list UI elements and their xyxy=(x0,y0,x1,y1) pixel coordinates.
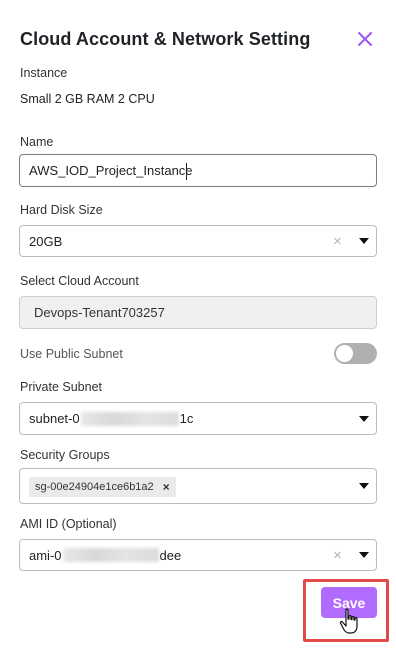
name-input[interactable]: AWS_IOD_Project_Instance xyxy=(19,154,377,187)
cloud-account-value: Devops-Tenant703257 xyxy=(34,305,165,320)
private-subnet-suffix: 1c xyxy=(179,411,194,426)
ami-id-select[interactable]: ami-0 dee × xyxy=(19,539,377,571)
disk-size-label: Hard Disk Size xyxy=(20,203,103,217)
dialog-title: Cloud Account & Network Setting xyxy=(20,29,311,49)
private-subnet-value: subnet-0 1c xyxy=(29,403,193,434)
ami-id-suffix: dee xyxy=(159,547,182,563)
instance-label: Instance xyxy=(20,66,68,80)
toggle-knob xyxy=(336,345,353,362)
text-cursor xyxy=(186,163,187,180)
disk-size-value: 20GB xyxy=(29,233,63,249)
private-subnet-prefix: subnet-0 xyxy=(29,411,80,426)
cloud-network-settings-dialog: Cloud Account & Network Setting Instance… xyxy=(0,0,396,670)
chevron-down-icon[interactable] xyxy=(359,469,369,503)
private-subnet-select[interactable]: subnet-0 1c xyxy=(19,402,377,435)
redacted-block xyxy=(62,548,159,562)
hand-cursor-icon xyxy=(339,608,361,635)
chip-label: sg-00e24904e1ce6b1a2 xyxy=(35,481,154,493)
cloud-account-label: Select Cloud Account xyxy=(20,274,139,288)
clear-icon[interactable]: × xyxy=(333,540,342,570)
ami-id-label: AMI ID (Optional) xyxy=(20,517,117,531)
ami-id-prefix: ami-0 xyxy=(29,547,62,563)
security-groups-select[interactable]: sg-00e24904e1ce6b1a2 × xyxy=(19,468,377,504)
cloud-account-field: Devops-Tenant703257 xyxy=(19,296,377,329)
chevron-down-icon[interactable] xyxy=(359,403,369,434)
disk-size-select[interactable]: 20GB × xyxy=(19,225,377,257)
chip-remove-icon[interactable]: × xyxy=(163,480,170,494)
close-icon[interactable] xyxy=(352,26,378,52)
public-subnet-label: Use Public Subnet xyxy=(20,347,123,361)
clear-icon[interactable]: × xyxy=(333,226,342,256)
chevron-down-icon[interactable] xyxy=(359,540,369,570)
name-label: Name xyxy=(20,135,54,149)
chevron-down-icon[interactable] xyxy=(359,226,369,256)
security-group-chip: sg-00e24904e1ce6b1a2 × xyxy=(29,477,176,497)
public-subnet-toggle[interactable] xyxy=(334,343,377,364)
ami-id-value: ami-0 dee xyxy=(29,540,181,570)
private-subnet-label: Private Subnet xyxy=(20,380,102,394)
security-groups-label: Security Groups xyxy=(20,448,110,462)
instance-value: Small 2 GB RAM 2 CPU xyxy=(20,92,155,106)
redacted-block xyxy=(80,411,179,426)
name-input-value: AWS_IOD_Project_Instance xyxy=(29,163,193,178)
